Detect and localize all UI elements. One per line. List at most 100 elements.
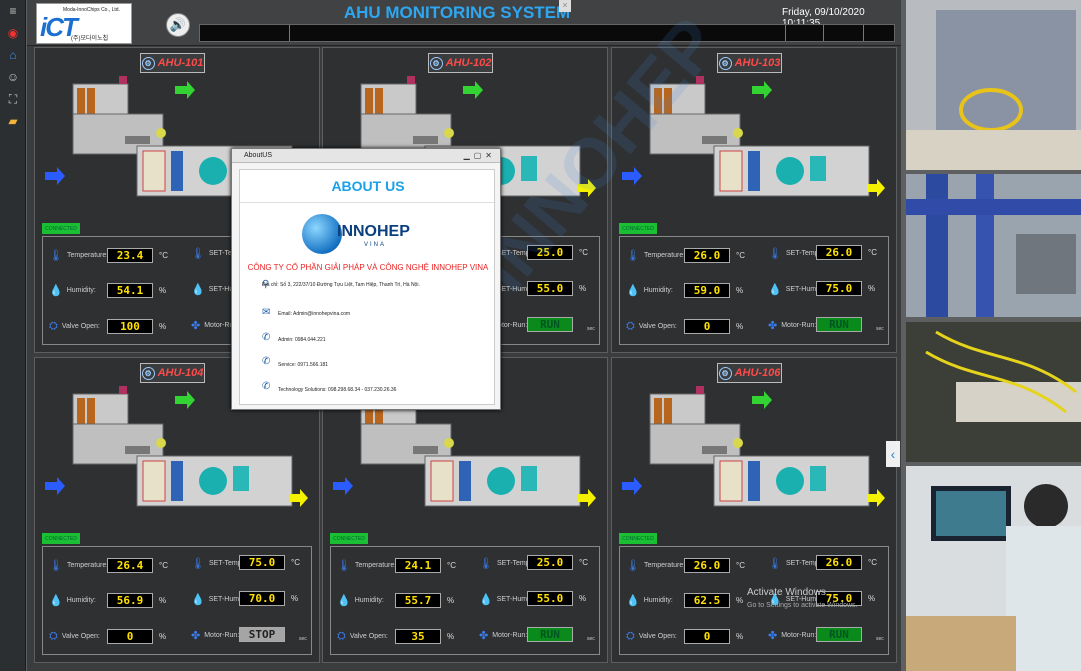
valve-value: 0 [684, 629, 730, 644]
hamburger-icon[interactable]: ≡ [0, 0, 26, 22]
photo-control-cabinet [906, 322, 1081, 462]
activate-windows-sub: Go to Settings to activate Windows. [747, 602, 858, 609]
fan-icon: ✤ [768, 319, 778, 332]
temperature-value: 26.4 [107, 558, 153, 573]
fan-icon: ✤ [768, 629, 778, 642]
humidity-value: 54.1 [107, 283, 153, 298]
set-temp-value[interactable]: 26.0 [816, 555, 862, 570]
temp-unit: °C [447, 561, 456, 570]
motor-status[interactable]: STOP [239, 627, 285, 642]
fan-icon: ✤ [191, 629, 201, 642]
fan-icon: ✤ [191, 319, 201, 332]
set-humi-value[interactable]: 75.0 [816, 281, 862, 296]
temp-unit: °C [159, 561, 168, 570]
mail-icon: ✉ [262, 307, 271, 318]
pct-unit: % [579, 284, 587, 293]
set-humi-value[interactable]: 55.0 [527, 591, 573, 606]
users-icon[interactable]: ☺ [0, 66, 26, 88]
set-humi-value[interactable]: 70.0 [239, 591, 285, 606]
thermometer-icon: 🌡 [626, 559, 640, 572]
brand-sub: VINA [364, 242, 387, 248]
ahu-name: AHU-103 [734, 57, 781, 69]
logo-korean: (주)모다이노칩 [71, 36, 109, 42]
pct-unit: % [159, 596, 167, 605]
valve-icon: ⛭ [49, 319, 58, 332]
ahu-name-badge[interactable]: ⚙ AHU-102 [428, 53, 493, 73]
set-temp-value[interactable]: 26.0 [816, 245, 862, 260]
temperature-label: Temperature: [66, 561, 109, 569]
logo-company: Moda-InnoChips Co., Ltd. [63, 7, 120, 13]
about-dialog: AboutUS ▁▢✕ ABOUT US INNOHEP VINA CÔNG T… [231, 148, 501, 410]
about-window-title: AboutUS [244, 152, 273, 159]
pct-unit: % [447, 632, 455, 641]
humidity-value: 55.7 [395, 593, 441, 608]
motor-status[interactable]: RUN [816, 627, 862, 642]
settings-ring-icon: ⚙ [718, 56, 732, 70]
email-line: Email: Admin@innohepvina.com [278, 311, 351, 317]
motor-status[interactable]: RUN [527, 627, 573, 642]
window-controls[interactable]: ▁▢✕ [464, 149, 496, 163]
settings-ring-icon: ⚙ [718, 366, 732, 380]
valve-icon: ⛭ [337, 629, 346, 642]
humidity-label: Humidity: [643, 286, 673, 294]
humidity-label: Humidity: [354, 596, 384, 604]
temp-unit: °C [579, 558, 588, 567]
header-bar: iCT Moda-InnoChips Co., Ltd. (주)모다이노칩 🔊 … [27, 0, 901, 46]
valve-value: 0 [107, 629, 153, 644]
valve-icon: ⛭ [626, 319, 635, 332]
valve-label: Valve Open: [61, 632, 100, 640]
set-temp-value[interactable]: 25.0 [527, 555, 573, 570]
photo-ahu-unit [906, 0, 1081, 170]
photo-operator [906, 466, 1081, 671]
temp-unit: °C [736, 251, 745, 260]
close-icon[interactable]: × [559, 0, 571, 12]
pct-unit: % [159, 286, 167, 295]
sec-unit: sec [876, 636, 884, 642]
folder-icon[interactable]: ▰ [0, 110, 26, 132]
page-title: AHU MONITORING SYSTEM [343, 3, 571, 22]
ahu-name-badge[interactable]: ⚙ AHU-104 [140, 363, 205, 383]
sec-unit: sec [876, 326, 884, 332]
motor-label: Motor-Run: [781, 631, 817, 639]
temp-unit: °C [736, 561, 745, 570]
thermometer-icon: 🌡 [768, 557, 782, 570]
valve-label: Valve Open: [61, 322, 100, 330]
service-phone: Service: 0971.566.181 [278, 362, 329, 368]
motor-status[interactable]: RUN [816, 317, 862, 332]
fullscreen-icon[interactable]: ⛶ [0, 88, 26, 110]
connection-status: CONNECTED [42, 533, 80, 544]
ahu-name-badge[interactable]: ⚙ AHU-101 [140, 53, 205, 73]
home-icon[interactable]: ⌂ [0, 44, 26, 66]
connection-status: CONNECTED [330, 533, 368, 544]
temp-unit: °C [291, 558, 300, 567]
collapse-chevron-icon[interactable]: ‹ [886, 441, 900, 467]
valve-value: 35 [395, 629, 441, 644]
humidity-label: Humidity: [643, 596, 673, 604]
thermometer-icon: 🌡 [49, 559, 63, 572]
sensor-readings: 🌡 Temperature: 26.0 °C 💧 Humidity: 59.0 % … [619, 236, 889, 345]
valve-value: 0 [684, 319, 730, 334]
set-temp-value[interactable]: 25.0 [527, 245, 573, 260]
ahu-name-badge[interactable]: ⚙ AHU-106 [717, 363, 782, 383]
settings-ring-icon: ⚙ [141, 56, 155, 70]
dashboard-icon[interactable]: ◉ [0, 22, 26, 44]
motor-status[interactable]: RUN [527, 317, 573, 332]
set-humi-value[interactable]: 55.0 [527, 281, 573, 296]
ahu-name-badge[interactable]: ⚙ AHU-103 [717, 53, 782, 73]
humidity-label: Humidity: [66, 596, 96, 604]
motor-label: Motor-Run: [492, 631, 528, 639]
humidity-value: 62.5 [684, 593, 730, 608]
company-address: Địa chỉ: Số 3, 222/37/10 Đường Tựu Liệt,… [262, 282, 420, 288]
set-humi-label: SET-Humi: [785, 285, 820, 293]
thermometer-icon: 🌡 [191, 247, 205, 260]
pct-unit: % [291, 594, 299, 603]
sensor-readings: 🌡 Temperature: 26.0 °C 💧 Humidity: 62.5 % … [619, 546, 889, 655]
company-name: CÔNG TY CỔ PHẦN GIẢI PHÁP VÀ CÔNG NGHỆ I… [247, 263, 489, 272]
ahu-panel: ⚙ AHU-106 CONNECTED 🌡 Temperature: 26.0 °C… [611, 357, 897, 663]
valve-icon: ⛭ [626, 629, 635, 642]
pct-unit: % [736, 632, 744, 641]
pct-unit: % [868, 594, 876, 603]
speaker-icon[interactable]: 🔊 [166, 13, 190, 37]
drop-icon: 💧 [49, 594, 63, 607]
set-temp-value[interactable]: 75.0 [239, 555, 285, 570]
